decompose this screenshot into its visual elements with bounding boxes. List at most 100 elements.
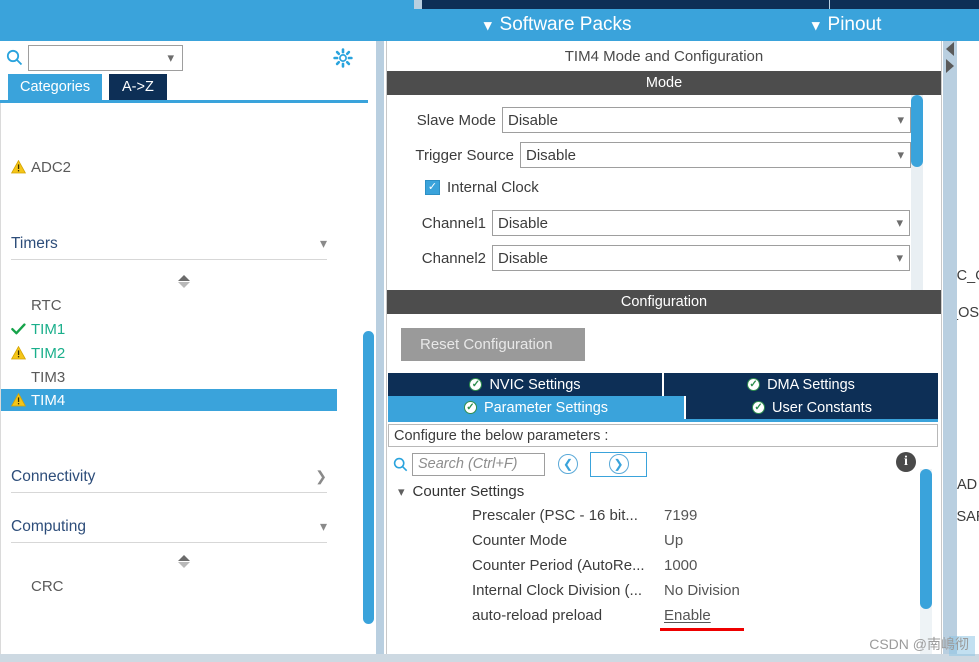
field-trigger-source: Trigger Source Disable ▾ (387, 141, 911, 169)
group-header-timers[interactable]: Timers ▾ (11, 228, 327, 260)
search-icon (388, 457, 412, 472)
param-group-counter-settings[interactable]: ▾ Counter Settings (388, 480, 524, 503)
circle-right-arrow-icon: ❯ (608, 454, 629, 474)
field-channel2-select[interactable]: Disable ▾ (492, 245, 910, 271)
field-slave-mode-label: Slave Mode (416, 111, 496, 129)
menu-pinout[interactable]: ▾ Pinout (812, 9, 881, 41)
tab-categories[interactable]: Categories (8, 74, 103, 100)
panel-splitter[interactable] (376, 41, 384, 662)
ip-view-tabs: Categories A->Z (0, 74, 368, 100)
tab-a-to-z[interactable]: A->Z (109, 74, 167, 100)
ip-search-combo[interactable]: ▾ (28, 44, 183, 71)
param-name: Counter Mode (472, 532, 568, 549)
tab-user-constants[interactable]: ✓ User Constants (686, 396, 938, 419)
parameter-scrollbar-thumb[interactable] (920, 469, 932, 609)
config-tab-grid: ✓ NVIC Settings ✓ DMA Settings ✓ Paramet… (388, 373, 938, 419)
tree-item-rtc[interactable]: RTC (1, 294, 337, 316)
checkbox-checked-icon[interactable]: ✓ (425, 179, 440, 195)
param-search-input[interactable]: Search (Ctrl+F) (412, 452, 545, 476)
field-slave-mode-select[interactable]: Disable ▾ (502, 107, 911, 133)
sidebar-scrollbar-thumb[interactable] (363, 331, 374, 624)
tree-item-tim2[interactable]: TIM2 (1, 342, 337, 364)
field-trigger-source-value: Disable (526, 146, 577, 164)
info-icon[interactable]: i (896, 452, 916, 472)
chevron-down-icon: ▾ (319, 518, 327, 534)
chevron-down-icon: ▾ (319, 235, 327, 251)
ip-search-row: ▾ (0, 41, 368, 74)
tree-item-tim1-label: TIM1 (31, 320, 66, 338)
circle-left-arrow-icon[interactable]: ❮ (558, 454, 578, 474)
mode-scrollbar-thumb[interactable] (911, 95, 923, 167)
config-tab-row-1: ✓ NVIC Settings ✓ DMA Settings (388, 373, 938, 396)
param-value: Enable (664, 607, 711, 624)
parameter-tree: ▾ Counter Settings Prescaler (PSC - 16 b… (388, 480, 916, 661)
spinner-up-arrow-icon (178, 274, 190, 281)
table-row[interactable]: Internal Clock Division (... No Division (388, 580, 916, 605)
chevron-down-icon: ▾ (398, 483, 405, 499)
background-right-area (957, 41, 979, 662)
table-row[interactable]: Counter Period (AutoRe... 1000 (388, 555, 916, 580)
tab-parameter-settings[interactable]: ✓ Parameter Settings (388, 396, 686, 419)
tree-item-tim3[interactable]: TIM3 (1, 366, 337, 388)
chevron-down-icon: ▾ (897, 147, 904, 162)
field-channel1-select[interactable]: Disable ▾ (492, 210, 910, 236)
param-value: No Division (664, 582, 740, 599)
param-name: auto-reload preload (472, 607, 603, 624)
group-header-connectivity[interactable]: Connectivity ❯ (11, 461, 327, 493)
check-circle-icon: ✓ (747, 378, 761, 391)
chevron-down-icon: ▾ (812, 16, 820, 34)
table-row[interactable]: Counter Mode Up (388, 530, 916, 555)
field-slave-mode: Slave Mode Disable ▾ (387, 106, 911, 134)
gear-icon[interactable] (332, 47, 354, 69)
collapse-right-arrow-icon[interactable] (944, 58, 956, 74)
field-internal-clock[interactable]: ✓ Internal Clock (425, 175, 539, 199)
tab-parameter-settings-label: Parameter Settings (483, 399, 609, 416)
param-name: Prescaler (PSC - 16 bit... (472, 507, 638, 524)
tree-item-tim1[interactable]: TIM1 (1, 318, 337, 340)
field-trigger-source-select[interactable]: Disable ▾ (520, 142, 911, 168)
field-channel1: Channel1 Disable ▾ (387, 209, 910, 237)
param-value: 7199 (664, 507, 698, 524)
chevron-down-icon: ▾ (897, 112, 904, 127)
menu-software-packs[interactable]: ▾ Software Packs (484, 9, 632, 41)
configuration-panel: TIM4 Mode and Configuration Mode Slave M… (386, 41, 942, 662)
page-title: TIM4 Mode and Configuration (387, 41, 941, 71)
computing-scroll-spinner[interactable] (177, 553, 191, 569)
tab-nvic-settings[interactable]: ✓ NVIC Settings (388, 373, 664, 396)
chevron-down-icon: ▾ (896, 250, 903, 265)
field-channel1-value: Disable (498, 214, 549, 232)
tree-item-tim3-label: TIM3 (31, 368, 66, 386)
tab-user-constants-label: User Constants (772, 399, 872, 416)
group-header-timers-label: Timers (11, 234, 58, 252)
watermark: CSDN @南嶋彻 (869, 636, 969, 652)
title-strip-cap (414, 0, 422, 9)
param-name: Counter Period (AutoRe... (472, 557, 645, 574)
reset-configuration-button[interactable]: Reset Configuration (401, 328, 585, 361)
param-search-next-button[interactable]: ❯ (590, 451, 647, 477)
tree-item-tim4[interactable]: TIM4 (1, 389, 337, 411)
chevron-right-icon: ❯ (315, 468, 327, 484)
group-header-computing[interactable]: Computing ▾ (11, 511, 327, 543)
right-panel-splitter[interactable] (943, 41, 957, 662)
timers-scroll-spinner[interactable] (177, 273, 191, 289)
chevron-down-icon: ▾ (896, 215, 903, 230)
tree-item-tim4-label: TIM4 (31, 391, 66, 409)
collapse-left-arrow-icon[interactable] (944, 41, 956, 57)
menu-software-packs-label: Software Packs (499, 14, 632, 35)
spinner-up-arrow-icon (178, 554, 190, 561)
tree-item-rtc-label: RTC (31, 296, 62, 314)
spinner-down-arrow-icon (178, 281, 190, 288)
param-group-counter-settings-label: Counter Settings (412, 483, 525, 500)
param-search-toolbar: Search (Ctrl+F) ❮ ❯ i (388, 448, 938, 480)
table-row[interactable]: Prescaler (PSC - 16 bit... 7199 (388, 505, 916, 530)
param-name: Internal Clock Division (... (472, 582, 643, 599)
tree-item-adc2[interactable]: ADC2 (1, 156, 337, 178)
tab-dma-settings[interactable]: ✓ DMA Settings (664, 373, 938, 396)
clipped-label-3: AD (957, 477, 978, 493)
group-header-computing-label: Computing (11, 517, 86, 535)
param-value: Up (664, 532, 684, 549)
tree-item-crc[interactable]: CRC (1, 575, 337, 597)
field-slave-mode-value: Disable (508, 111, 559, 129)
table-row[interactable]: auto-reload preload Enable (388, 605, 916, 631)
field-trigger-source-label: Trigger Source (415, 146, 514, 164)
